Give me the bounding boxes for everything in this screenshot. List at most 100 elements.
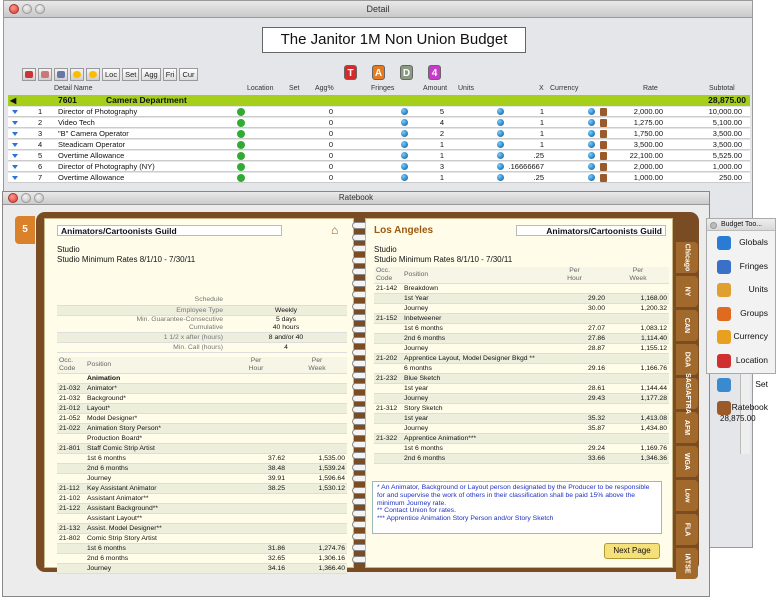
rate-row[interactable]: 2nd 6 months 32.65 1,306.16: [57, 553, 347, 564]
location-check-icon[interactable]: [237, 141, 245, 149]
col-fringes[interactable]: Fringes: [371, 85, 394, 92]
expand-icon[interactable]: [12, 165, 18, 169]
detail-row[interactable]: 3 "B" Camera Operator 0 2 1 1,750.00 3,500.00: [8, 129, 750, 139]
globe-icon[interactable]: [401, 174, 408, 181]
rate-row[interactable]: 21-142 Breakdown: [374, 283, 669, 294]
minimize-icon[interactable]: [21, 193, 31, 203]
col-currency[interactable]: Currency: [550, 85, 578, 92]
globe-icon[interactable]: [588, 130, 595, 137]
panel-groups-button[interactable]: Groups: [707, 302, 775, 326]
home-icon[interactable]: ⌂: [331, 223, 338, 237]
rate-row[interactable]: 21-801 Staff Comic Strip Artist: [57, 443, 347, 454]
rate-row[interactable]: Journey 30.00 1,200.32: [374, 303, 669, 314]
panel-ratebook-button[interactable]: Ratebook: [707, 396, 775, 420]
ratebook-icon[interactable]: [600, 119, 607, 127]
union-tab[interactable]: SAG/AFTRA: [676, 373, 698, 414]
globe-icon[interactable]: [588, 108, 595, 115]
ratebook-icon[interactable]: [600, 152, 607, 160]
print-icon[interactable]: [54, 68, 68, 81]
ratebook-icon[interactable]: [600, 163, 607, 171]
rate-row[interactable]: 1st year 28.61 1,144.44: [374, 383, 669, 394]
rate-row[interactable]: 1st 6 months 37.62 1,535.00: [57, 453, 347, 464]
panel-globals-button[interactable]: Globals: [707, 231, 775, 255]
globe-icon[interactable]: [588, 141, 595, 148]
union-tab[interactable]: FLA: [676, 514, 698, 545]
expand-icon[interactable]: [12, 154, 18, 158]
ratebook-icon[interactable]: [600, 130, 607, 138]
rate-row[interactable]: 1st 6 months 27.07 1,083.12: [374, 323, 669, 334]
globe-icon[interactable]: [401, 130, 408, 137]
col-rate[interactable]: Rate: [643, 85, 658, 92]
tax-icon[interactable]: T: [344, 65, 357, 80]
collapse-icon[interactable]: ◀: [10, 95, 16, 106]
rate-row[interactable]: 21-032 Animator*: [57, 383, 347, 394]
col-location[interactable]: Location: [247, 85, 273, 92]
rate-row[interactable]: 21-312 Story Sketch: [374, 403, 669, 414]
rate-row[interactable]: 6 months 29.16 1,166.76: [374, 363, 669, 374]
globe-icon[interactable]: [588, 174, 595, 181]
rate-row[interactable]: 21-132 Assist. Model Designer**: [57, 523, 347, 534]
panel-location-button[interactable]: Location: [707, 349, 775, 373]
level-icon[interactable]: 4: [428, 65, 441, 80]
globe-icon[interactable]: [497, 141, 504, 148]
rate-row[interactable]: Journey 39.91 1,596.64: [57, 473, 347, 484]
location-check-icon[interactable]: [237, 163, 245, 171]
rate-row[interactable]: 1st Year 29.20 1,168.00: [374, 293, 669, 304]
panel-units-button[interactable]: Units: [707, 278, 775, 302]
globe-icon[interactable]: [588, 119, 595, 126]
union-tab[interactable]: WGA: [676, 446, 698, 477]
rate-row[interactable]: 21-202 Apprentice Layout, Model Designer …: [374, 353, 669, 364]
set-button[interactable]: Set: [122, 68, 140, 81]
globe-icon[interactable]: [588, 152, 595, 159]
agg-icon[interactable]: A: [372, 65, 385, 80]
rate-row[interactable]: 21-152 Inbetweener: [374, 313, 669, 324]
globe-icon[interactable]: [401, 119, 408, 126]
location-check-icon[interactable]: [237, 130, 245, 138]
ratebook-icon[interactable]: [600, 108, 607, 116]
close-icon[interactable]: [710, 222, 717, 229]
rate-row[interactable]: Journey 28.87 1,155.12: [374, 343, 669, 354]
union-tab[interactable]: DGA: [676, 344, 698, 375]
rate-row[interactable]: Journey 29.43 1,177.28: [374, 393, 669, 404]
next-page-button[interactable]: Next Page: [604, 543, 660, 559]
union-tab[interactable]: CAN: [676, 310, 698, 341]
rate-row[interactable]: 21-012 Layout*: [57, 403, 347, 414]
globe-icon[interactable]: [497, 108, 504, 115]
rate-row[interactable]: 21-022 Animation Story Person*: [57, 423, 347, 434]
globe-icon[interactable]: [497, 152, 504, 159]
detail-row[interactable]: 1 Director of Photography 0 5 1 2,000.00 10,00…: [8, 107, 750, 117]
rate-row[interactable]: Assistant Layout**: [57, 513, 347, 524]
ratebook-side-tab[interactable]: 5: [15, 216, 35, 244]
detail-row[interactable]: 7 Overtime Allowance 0 1 .25 1,000.00 250.00: [8, 173, 750, 183]
fri-button[interactable]: Fri: [162, 68, 178, 81]
location-check-icon[interactable]: [237, 119, 245, 127]
globe-icon[interactable]: [588, 163, 595, 170]
col-detail-name[interactable]: Detail Name: [54, 85, 93, 92]
close-icon[interactable]: [9, 4, 19, 14]
rate-row[interactable]: 21-112 Key Assistant Animator 38.25 1,530.1…: [57, 483, 347, 494]
detail-row[interactable]: 2 Video Tech 0 4 1 1,275.00 5,100.00: [8, 118, 750, 128]
agg-button[interactable]: Agg: [141, 68, 161, 81]
rate-row[interactable]: 21-122 Assistant Background**: [57, 503, 347, 514]
rate-row[interactable]: Animation: [57, 373, 347, 384]
zoom-icon[interactable]: [34, 193, 44, 203]
globe-icon[interactable]: [497, 130, 504, 137]
globe-icon[interactable]: [401, 152, 408, 159]
globe-icon[interactable]: [497, 163, 504, 170]
expand-icon[interactable]: [12, 143, 18, 147]
globe-icon[interactable]: [401, 108, 408, 115]
minimize-icon[interactable]: [22, 4, 32, 14]
location-check-icon[interactable]: [237, 174, 245, 182]
close-icon[interactable]: [8, 193, 18, 203]
rate-row[interactable]: 21-102 Assistant Animator**: [57, 493, 347, 504]
detail-row[interactable]: 4 Steadicam Operator 0 1 1 3,500.00 3,500.00: [8, 140, 750, 150]
detail-row[interactable]: 5 Overtime Allowance 0 1 .25 22,100.00 5,525.0…: [8, 151, 750, 161]
rate-row[interactable]: 21-052 Model Designer*: [57, 413, 347, 424]
ratebook-window-controls[interactable]: [8, 193, 44, 203]
rate-row[interactable]: 2nd 6 months 38.48 1,539.24: [57, 463, 347, 474]
ratebook-icon[interactable]: [600, 141, 607, 149]
col-x[interactable]: X: [539, 85, 544, 92]
rate-row[interactable]: 2nd 6 months 27.86 1,114.40: [374, 333, 669, 344]
ratebook-icon[interactable]: [600, 174, 607, 182]
rate-row[interactable]: 21-032 Background*: [57, 393, 347, 404]
